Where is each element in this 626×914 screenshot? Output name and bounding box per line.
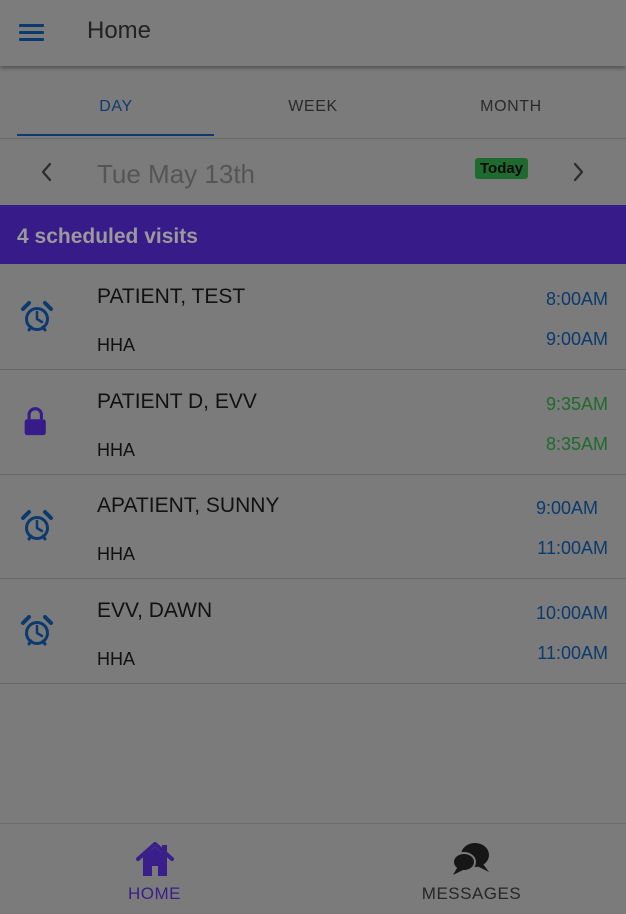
date-navigator: Tue May 13th Today bbox=[0, 139, 626, 205]
visit-row[interactable]: PATIENT, TEST HHA 8:00AM 9:00AM bbox=[0, 265, 626, 370]
nav-messages[interactable]: MESSAGES bbox=[313, 824, 626, 914]
top-app-bar: Home bbox=[0, 0, 626, 66]
alarm-clock-icon bbox=[21, 510, 53, 541]
period-tabs: DAY WEEK MONTH bbox=[0, 68, 626, 139]
alarm-clock-icon bbox=[21, 301, 53, 332]
alarm-clock-icon bbox=[21, 615, 53, 646]
chevron-left-icon[interactable] bbox=[33, 157, 63, 187]
nav-home-label: HOME bbox=[128, 884, 181, 903]
active-tab-indicator bbox=[17, 134, 214, 136]
app-root: Home DAY WEEK MONTH Tue May 13th Today 4… bbox=[0, 0, 626, 914]
tab-week[interactable]: WEEK bbox=[214, 98, 412, 116]
chevron-right-icon[interactable] bbox=[563, 157, 593, 187]
visit-end-time: 8:35AM bbox=[545, 434, 608, 454]
patient-name: EVV, DAWN bbox=[97, 599, 213, 622]
visits-count-text: 4 scheduled visits bbox=[17, 225, 198, 248]
current-date: Tue May 13th bbox=[97, 159, 256, 189]
service-type: HHA bbox=[97, 544, 136, 564]
visit-start-time: 9:00AM bbox=[535, 498, 598, 518]
visit-row[interactable]: EVV, DAWN HHA 10:00AM 11:00AM bbox=[0, 579, 626, 684]
patient-name: APATIENT, SUNNY bbox=[97, 494, 280, 517]
visit-end-time: 9:00AM bbox=[545, 329, 608, 349]
visit-start-time: 8:00AM bbox=[545, 289, 608, 309]
hamburger-menu-icon[interactable] bbox=[19, 22, 45, 44]
menu-line bbox=[19, 31, 44, 34]
chat-bubbles-icon bbox=[452, 843, 489, 875]
visit-end-time: 11:00AM bbox=[537, 538, 608, 558]
visit-start-time: 9:35AM bbox=[545, 394, 608, 414]
nav-messages-label: MESSAGES bbox=[421, 884, 522, 903]
tab-day[interactable]: DAY bbox=[17, 98, 215, 116]
page-title: Home bbox=[87, 17, 152, 44]
service-type: HHA bbox=[97, 440, 136, 460]
bottom-navigation: HOME MESSAGES bbox=[0, 823, 626, 914]
service-type: HHA bbox=[97, 649, 136, 669]
menu-line bbox=[19, 24, 44, 27]
visit-start-time: 10:00AM bbox=[535, 603, 608, 623]
visit-row[interactable]: APATIENT, SUNNY HHA 9:00AM 11:00AM bbox=[0, 474, 626, 579]
today-button[interactable]: Today bbox=[475, 158, 529, 179]
visit-end-time: 11:00AM bbox=[537, 643, 608, 663]
menu-line bbox=[19, 38, 44, 41]
patient-name: PATIENT D, EVV bbox=[97, 390, 257, 413]
patient-name: PATIENT, TEST bbox=[97, 285, 246, 308]
home-icon bbox=[136, 842, 174, 876]
service-type: HHA bbox=[97, 335, 136, 355]
nav-home[interactable]: HOME bbox=[0, 824, 313, 914]
tab-month[interactable]: MONTH bbox=[412, 98, 610, 116]
visit-row[interactable]: PATIENT D, EVV HHA 9:35AM 8:35AM bbox=[0, 370, 626, 475]
visits-count-banner: 4 scheduled visits bbox=[0, 205, 626, 264]
lock-icon bbox=[24, 407, 46, 436]
